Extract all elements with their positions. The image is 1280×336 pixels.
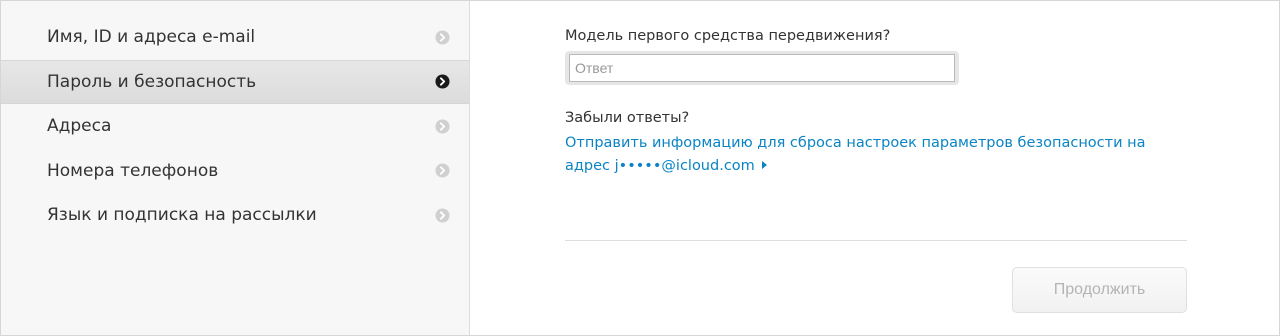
sidebar-item-phone-numbers[interactable]: Номера телефонов	[1, 149, 469, 194]
settings-sidebar: Имя, ID и адреса e-mail Пароль и безопас…	[1, 1, 470, 335]
answer-field-wrapper	[565, 51, 959, 85]
continue-button[interactable]: Продолжить	[1012, 267, 1187, 313]
chevron-right-circle-icon	[435, 163, 450, 178]
sidebar-item-language-subscriptions[interactable]: Язык и подписка на рассылки	[1, 193, 469, 238]
sidebar-item-name-id-email[interactable]: Имя, ID и адреса e-mail	[1, 15, 469, 60]
chevron-right-circle-icon	[435, 119, 450, 134]
sidebar-item-label: Имя, ID и адреса e-mail	[47, 27, 256, 48]
sidebar-item-addresses[interactable]: Адреса	[1, 104, 469, 149]
sidebar-item-label: Адреса	[47, 116, 112, 137]
sidebar-item-label: Пароль и безопасность	[47, 71, 257, 92]
sidebar-item-password-security[interactable]: Пароль и безопасность	[1, 59, 469, 104]
chevron-right-circle-icon	[435, 208, 450, 223]
triangle-right-icon	[761, 161, 767, 169]
chevron-right-circle-icon	[435, 30, 450, 45]
account-settings-panel: Имя, ID и адреса e-mail Пароль и безопас…	[0, 0, 1280, 336]
reset-link-text: Отправить информацию для сброса настроек…	[565, 135, 1146, 174]
forgot-answers-label: Забыли ответы?	[565, 110, 690, 126]
security-question-label: Модель первого средства передвижения?	[565, 28, 891, 44]
sidebar-item-label: Номера телефонов	[47, 160, 219, 181]
divider	[565, 240, 1187, 241]
send-reset-info-link[interactable]: Отправить информацию для сброса настроек…	[565, 132, 1175, 178]
sidebar-item-label: Язык и подписка на рассылки	[47, 205, 317, 226]
security-question-form: Модель первого средства передвижения? За…	[470, 1, 1279, 335]
answer-input[interactable]	[569, 54, 955, 82]
chevron-right-circle-icon	[435, 74, 450, 89]
